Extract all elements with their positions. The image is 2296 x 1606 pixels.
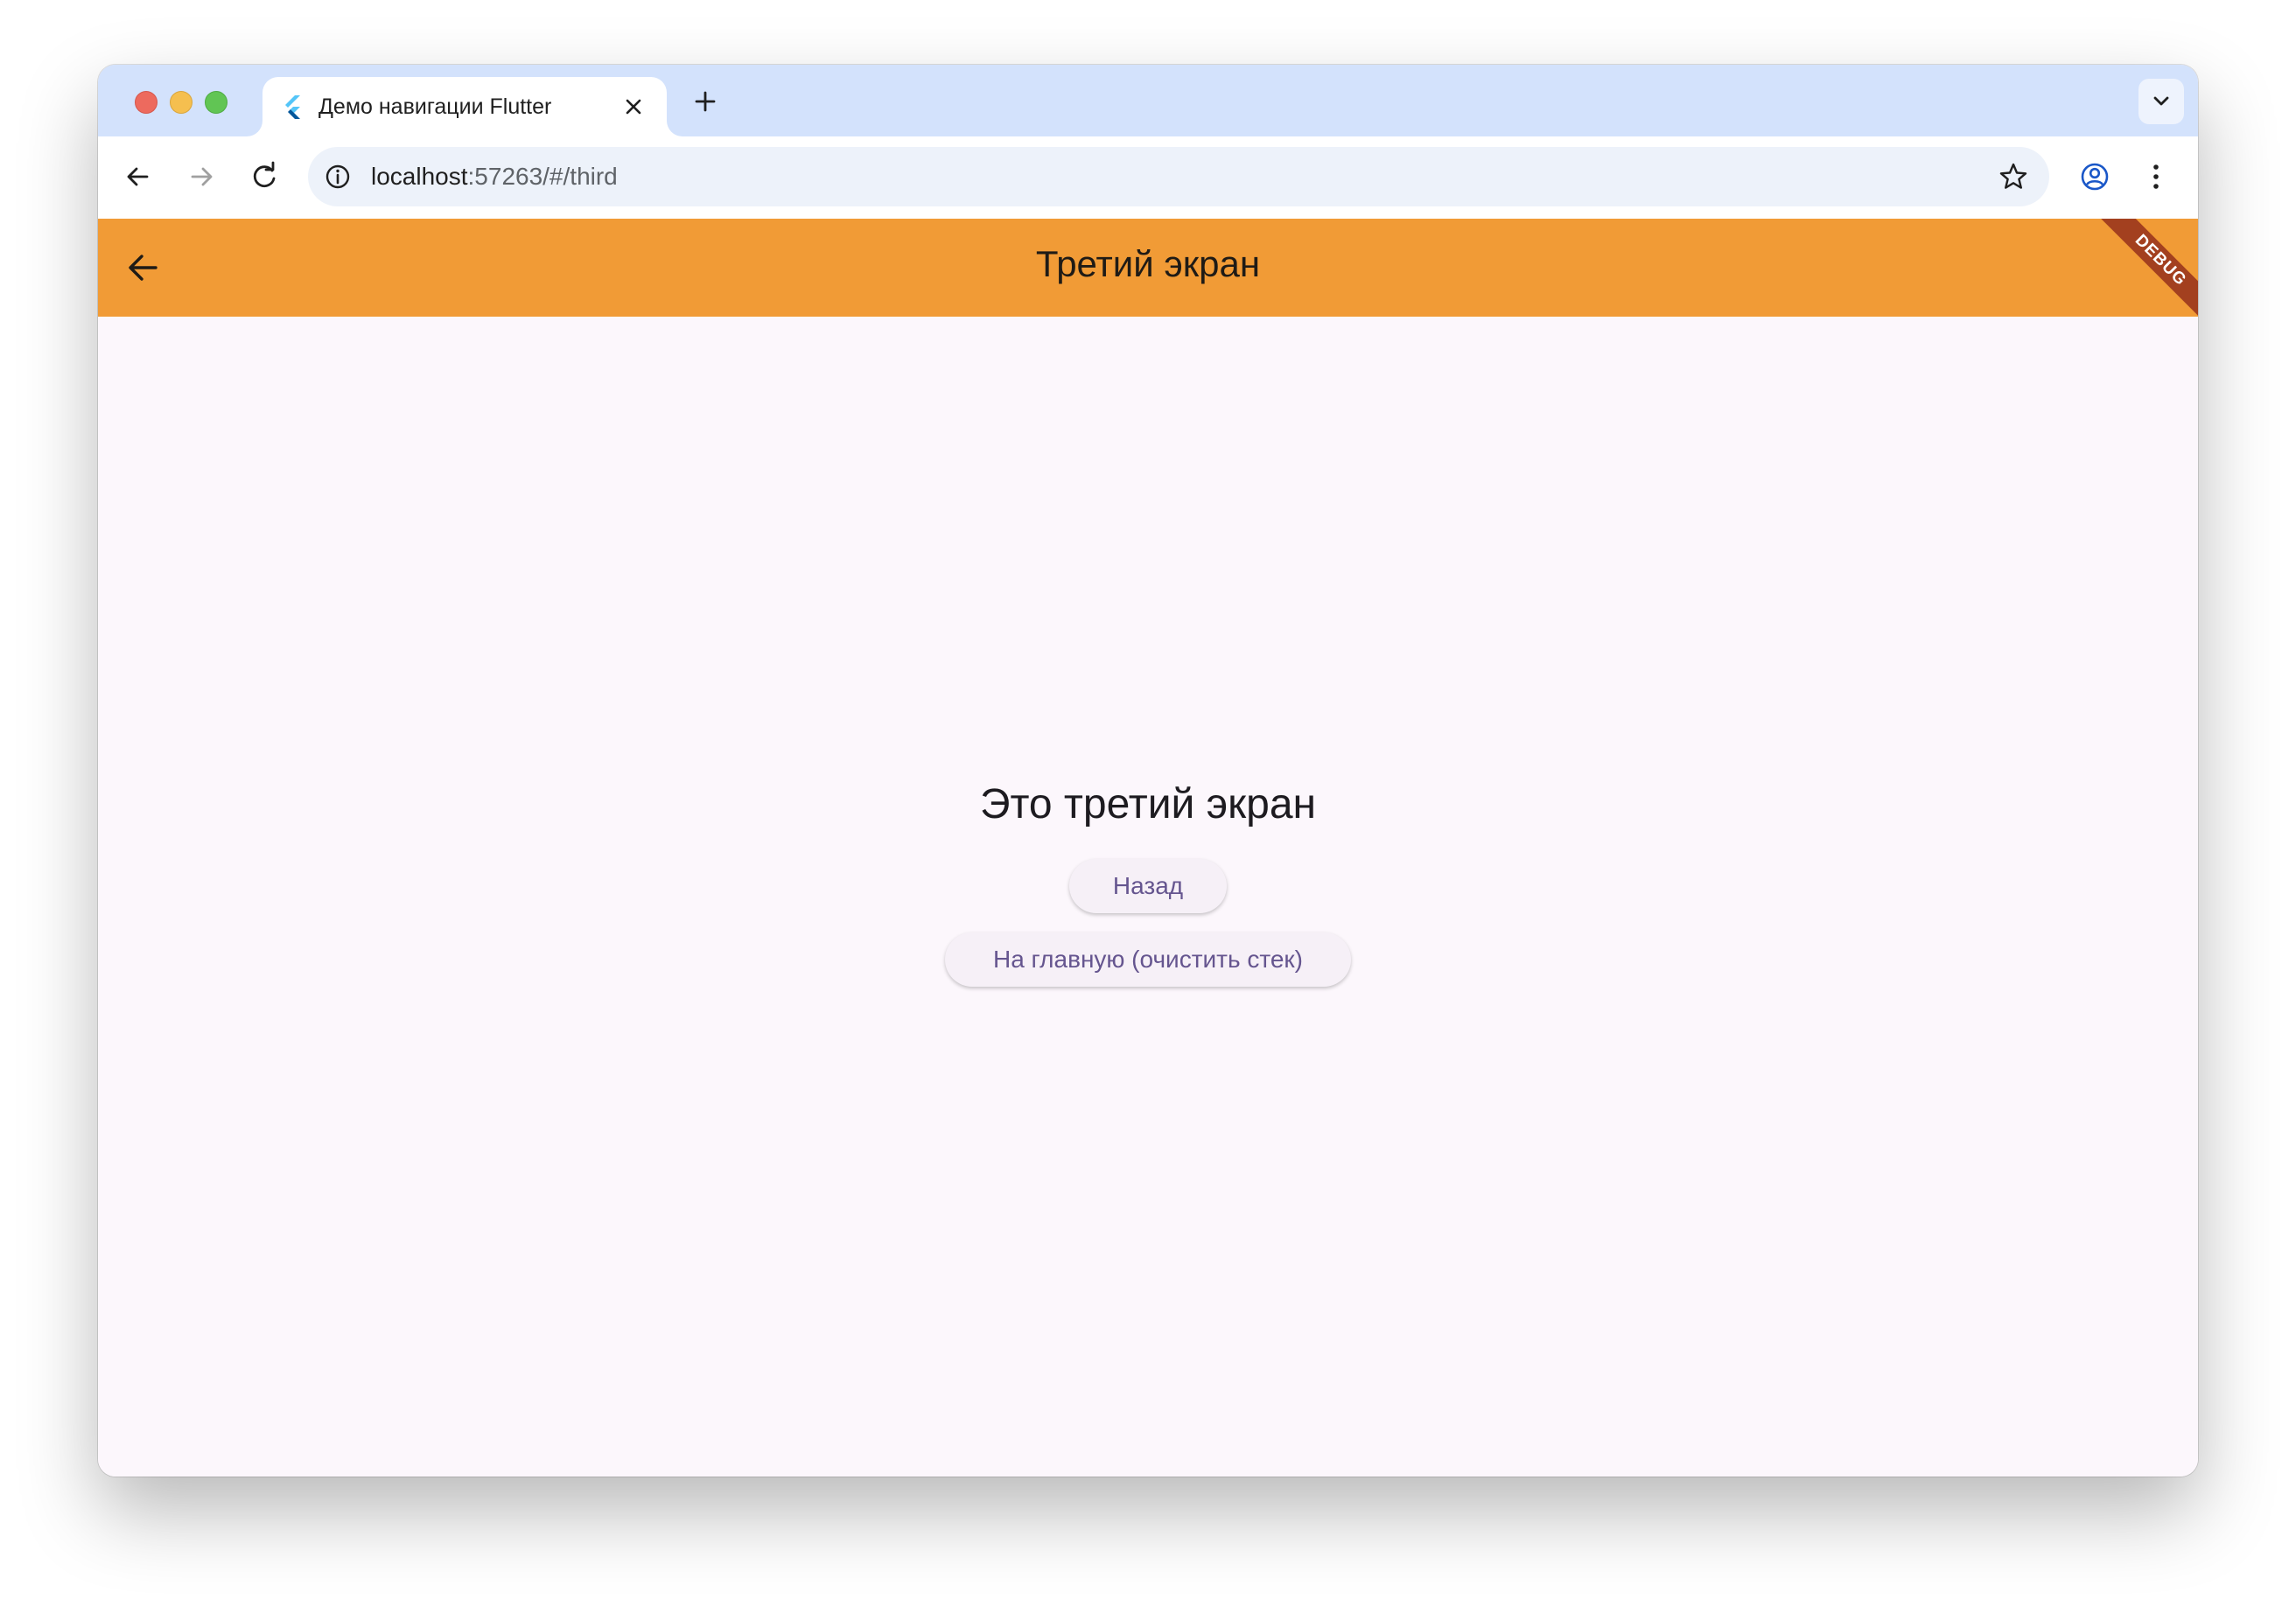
profile-icon[interactable]	[2076, 157, 2114, 196]
reload-icon[interactable]	[245, 157, 284, 196]
back-button[interactable]: Назад	[1069, 859, 1227, 913]
home-clear-stack-button[interactable]: На главную (очистить стек)	[945, 932, 1351, 987]
plus-icon[interactable]	[690, 86, 721, 117]
flutter-logo-icon	[285, 95, 300, 119]
browser-window: Демо навигации Flutter localhost:57263/#…	[98, 65, 2198, 1477]
url-host: localhost	[371, 163, 468, 190]
tab-strip: Демо навигации Flutter	[98, 65, 2198, 136]
main-content: Это третий экран Назад На главную (очист…	[98, 317, 2198, 1477]
back-arrow-icon[interactable]	[119, 157, 158, 196]
close-window-button[interactable]	[135, 91, 158, 114]
star-icon[interactable]	[1997, 160, 2030, 193]
tab-active[interactable]: Демо навигации Flutter	[262, 77, 667, 136]
app-bar-content: Третий экран DEBUG	[98, 219, 2198, 317]
browser-toolbar: localhost:57263/#/third	[98, 136, 2198, 219]
address-bar[interactable]: localhost:57263/#/third	[308, 147, 2049, 206]
minimize-window-button[interactable]	[170, 91, 192, 114]
screen-heading: Это третий экран	[979, 781, 1317, 827]
tab-title: Демо навигации Flutter	[318, 94, 552, 119]
url-path: :57263/#/third	[467, 163, 618, 190]
more-vert-icon[interactable]	[2137, 157, 2175, 196]
info-icon[interactable]	[322, 161, 354, 192]
url-text: localhost:57263/#/third	[371, 163, 618, 191]
tab-search-button[interactable]	[2138, 79, 2184, 124]
zoom-window-button[interactable]	[205, 91, 228, 114]
chevron-down-icon	[2153, 96, 2169, 106]
close-icon[interactable]	[621, 94, 646, 119]
page-title: Третий экран	[1035, 243, 1261, 284]
forward-arrow-icon[interactable]	[182, 157, 220, 196]
